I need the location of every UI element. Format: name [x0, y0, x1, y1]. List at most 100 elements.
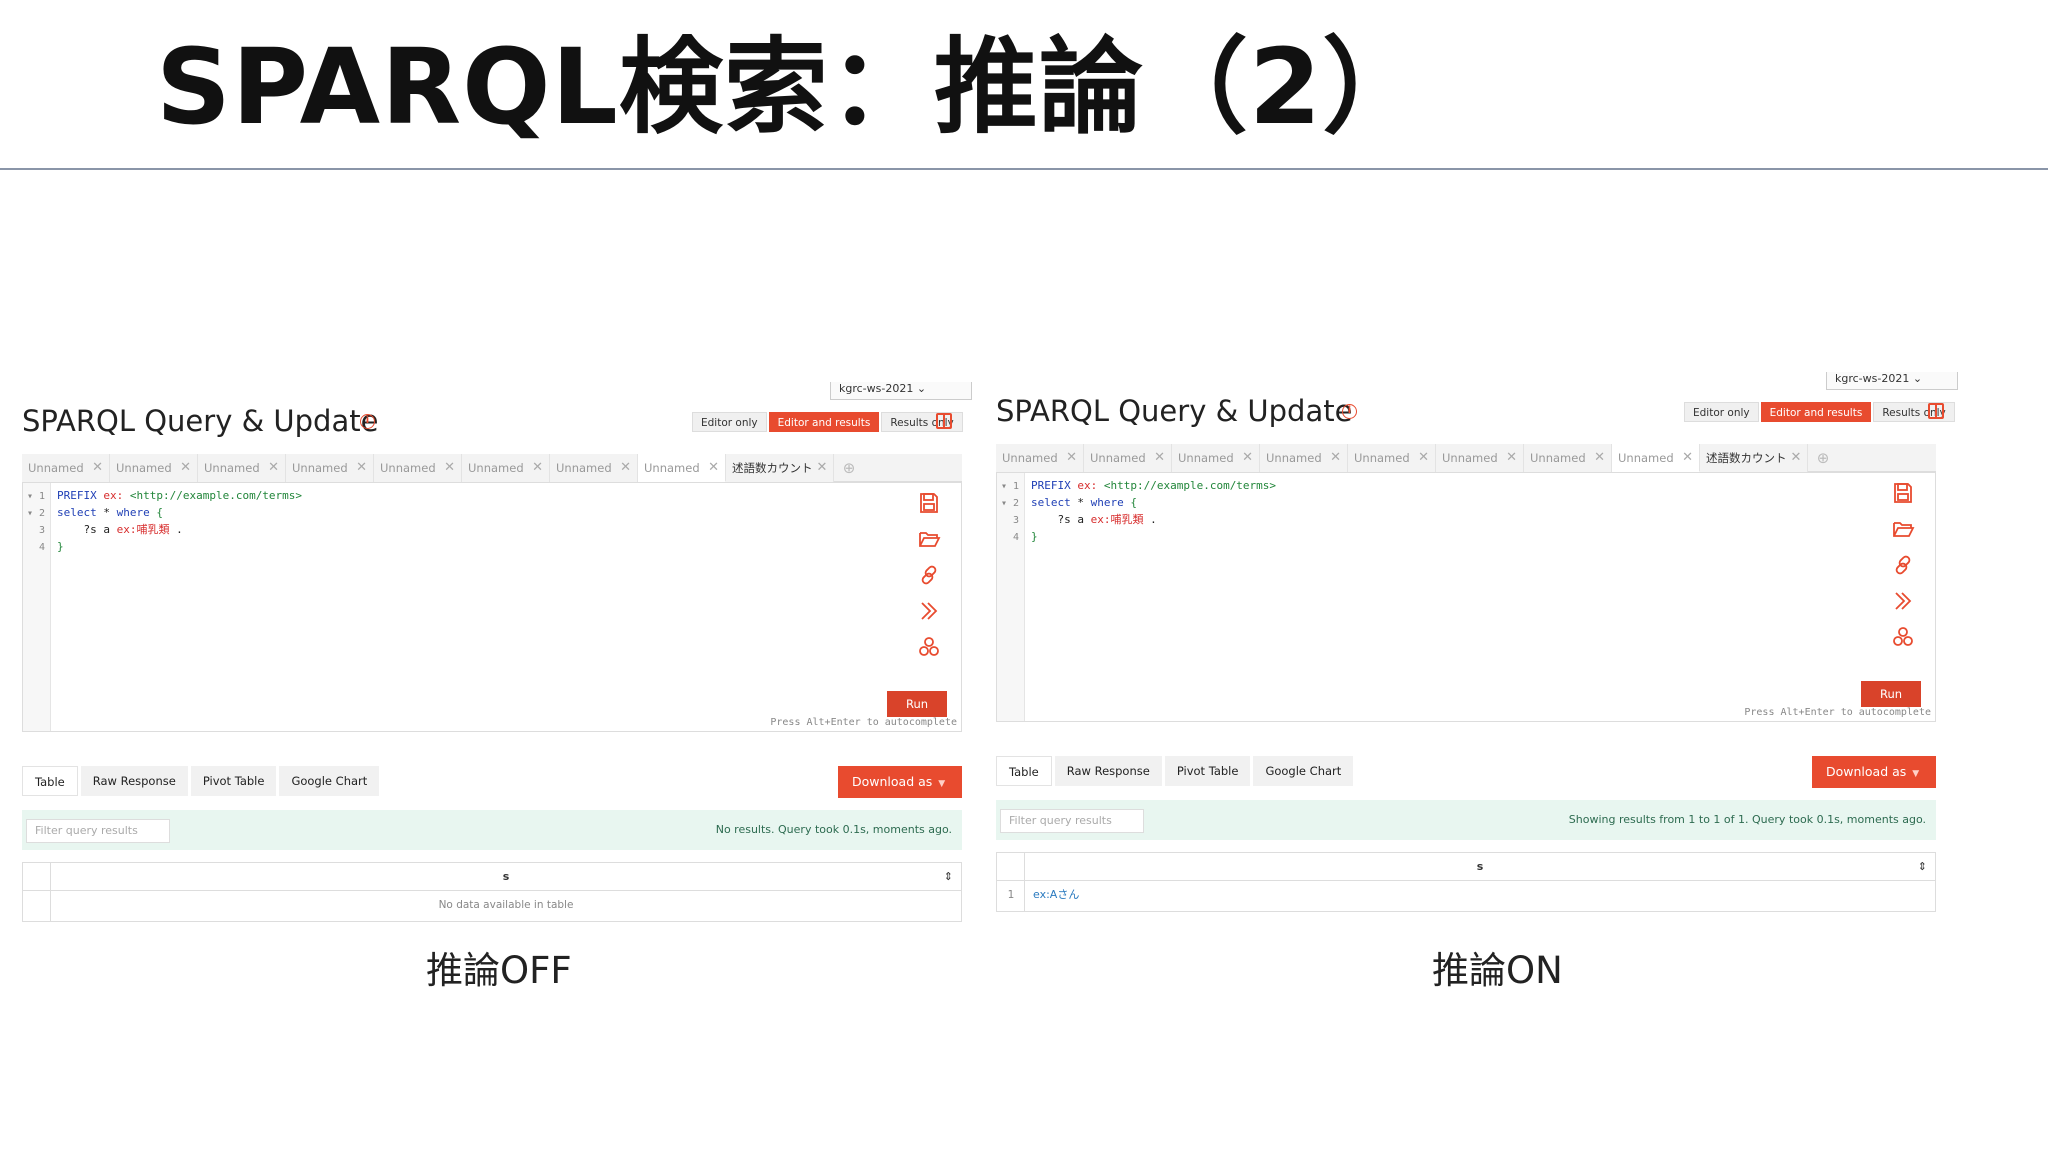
slide-title: SPARQL検索：推論（2） [156, 26, 1428, 148]
column-header-s[interactable]: s [51, 863, 961, 891]
sort-icon[interactable]: ⇕ [1918, 853, 1927, 881]
query-tab[interactable]: Unnamed ✕ [638, 454, 726, 482]
layout-toggle-icon[interactable] [1928, 403, 1944, 419]
result-cell-link[interactable]: ex:Aさん [1033, 881, 1079, 909]
folder-open-icon[interactable] [1891, 517, 1921, 553]
link-icon[interactable] [917, 563, 947, 599]
code-line: 3 ?s a ex:哺乳類 . [23, 521, 823, 538]
query-tab[interactable]: Unnamed ✕ [462, 454, 550, 482]
sort-icon[interactable]: ⇕ [944, 863, 953, 891]
cluster-icon[interactable] [917, 635, 947, 671]
tab-close-icon[interactable]: ✕ [532, 454, 543, 482]
cluster-icon[interactable] [1891, 625, 1921, 661]
query-editor[interactable]: ▾ 1 PREFIX ex: <http://example.com/terms>… [22, 482, 962, 732]
tab-close-icon[interactable]: ✕ [1506, 444, 1517, 472]
run-button[interactable]: Run [1861, 681, 1921, 707]
view-mode-button-2[interactable]: Editor and results [768, 412, 880, 432]
code-token: <http://example.com/terms> [1103, 479, 1277, 492]
view-mode-button-1[interactable]: Editor only [1684, 402, 1759, 422]
result-tab[interactable]: Raw Response [80, 766, 188, 796]
results-table: s ⇕ 1 ex:Aさん [996, 852, 1936, 912]
layout-toggle-icon[interactable] [936, 413, 952, 429]
query-tab[interactable]: Unnamed ✕ [1348, 444, 1436, 472]
result-tab[interactable]: Google Chart [279, 766, 380, 796]
result-tab[interactable]: Table [22, 766, 78, 796]
tab-close-icon[interactable]: ✕ [92, 454, 103, 482]
code-line: 4} [23, 538, 823, 555]
info-icon[interactable]: i [360, 414, 375, 429]
result-tab[interactable]: Pivot Table [190, 766, 277, 796]
tab-close-icon[interactable]: ✕ [356, 454, 367, 482]
run-button[interactable]: Run [887, 691, 947, 717]
line-number: ▾ 1 [26, 491, 45, 502]
line-number: 4 [38, 542, 45, 553]
tab-add-icon[interactable]: ⊕ [834, 454, 864, 482]
query-tab[interactable]: Unnamed ✕ [550, 454, 638, 482]
info-icon[interactable]: i [1342, 404, 1357, 419]
autocomplete-hint: Press Alt+Enter to autocomplete [1744, 707, 1931, 718]
line-number: ▾ 2 [1000, 498, 1019, 509]
workbench-title: SPARQL Query & Update [996, 394, 1353, 428]
link-icon[interactable] [1891, 553, 1921, 589]
tab-close-icon[interactable]: ✕ [1418, 444, 1429, 472]
tab-close-icon[interactable]: ✕ [708, 454, 719, 482]
repository-selector[interactable]: kgrc-ws-2021 ⌄ [1826, 372, 1958, 390]
tab-close-icon[interactable]: ✕ [1330, 444, 1341, 472]
query-tab[interactable]: Unnamed ✕ [1612, 444, 1700, 472]
result-tab[interactable]: Pivot Table [1164, 756, 1251, 786]
result-tabs: Table Raw Response Pivot Table Google Chart [996, 756, 1354, 786]
download-as-button[interactable]: Download as ▼ [838, 766, 962, 798]
double-chevron-right-icon[interactable] [917, 599, 947, 635]
folder-open-icon[interactable] [917, 527, 947, 563]
autocomplete-hint: Press Alt+Enter to autocomplete [770, 717, 957, 728]
query-tab[interactable]: 述語数カウント ✕ [1700, 444, 1808, 472]
filter-results-input[interactable]: Filter query results [26, 819, 170, 843]
query-tab[interactable]: Unnamed ✕ [1084, 444, 1172, 472]
query-tab-label: Unnamed [292, 461, 348, 475]
tab-close-icon[interactable]: ✕ [1242, 444, 1253, 472]
query-tab-label: Unnamed [116, 461, 172, 475]
view-mode-button-1[interactable]: Editor only [692, 412, 767, 432]
query-tab[interactable]: Unnamed ✕ [1260, 444, 1348, 472]
result-tab[interactable]: Raw Response [1054, 756, 1162, 786]
code-line: 3 ?s a ex:哺乳類 . [997, 511, 1797, 528]
save-icon[interactable] [917, 491, 947, 527]
result-tab[interactable]: Table [996, 756, 1052, 786]
code-line: ▾ 1 PREFIX ex: <http://example.com/terms> [997, 477, 1797, 494]
query-tab[interactable]: Unnamed ✕ [996, 444, 1084, 472]
query-tab[interactable]: Unnamed ✕ [1172, 444, 1260, 472]
tab-close-icon[interactable]: ✕ [1791, 444, 1802, 472]
download-as-button[interactable]: Download as ▼ [1812, 756, 1936, 788]
double-chevron-right-icon[interactable] [1891, 589, 1921, 625]
query-tab[interactable]: Unnamed ✕ [198, 454, 286, 482]
slide: SPARQL検索：推論（2） kgrc-ws-2021 ⌄ SPARQL Quer… [0, 0, 2048, 1152]
query-tab[interactable]: 述語数カウント ✕ [726, 454, 834, 482]
column-header-s[interactable]: s [1025, 853, 1935, 881]
tab-add-icon[interactable]: ⊕ [1808, 444, 1838, 472]
query-tab[interactable]: Unnamed ✕ [1436, 444, 1524, 472]
query-editor[interactable]: ▾ 1 PREFIX ex: <http://example.com/terms>… [996, 472, 1936, 722]
tab-close-icon[interactable]: ✕ [180, 454, 191, 482]
tab-close-icon[interactable]: ✕ [1154, 444, 1165, 472]
code-line: ▾ 1 PREFIX ex: <http://example.com/terms> [23, 487, 823, 504]
query-tab[interactable]: Unnamed ✕ [374, 454, 462, 482]
query-tab[interactable]: Unnamed ✕ [110, 454, 198, 482]
code-token: ex: [103, 489, 130, 502]
tab-close-icon[interactable]: ✕ [1066, 444, 1077, 472]
repository-selector[interactable]: kgrc-ws-2021 ⌄ [830, 382, 972, 400]
tab-close-icon[interactable]: ✕ [620, 454, 631, 482]
query-tab[interactable]: Unnamed ✕ [1524, 444, 1612, 472]
tab-close-icon[interactable]: ✕ [444, 454, 455, 482]
query-tab[interactable]: Unnamed ✕ [286, 454, 374, 482]
query-tab-label: Unnamed [1354, 451, 1410, 465]
result-tab[interactable]: Google Chart [1253, 756, 1354, 786]
code-line: 4} [997, 528, 1797, 545]
view-mode-button-2[interactable]: Editor and results [1760, 402, 1872, 422]
tab-close-icon[interactable]: ✕ [268, 454, 279, 482]
filter-results-input[interactable]: Filter query results [1000, 809, 1144, 833]
save-icon[interactable] [1891, 481, 1921, 517]
tab-close-icon[interactable]: ✕ [1594, 444, 1605, 472]
query-tab[interactable]: Unnamed ✕ [22, 454, 110, 482]
tab-close-icon[interactable]: ✕ [1682, 444, 1693, 472]
tab-close-icon[interactable]: ✕ [817, 454, 828, 482]
